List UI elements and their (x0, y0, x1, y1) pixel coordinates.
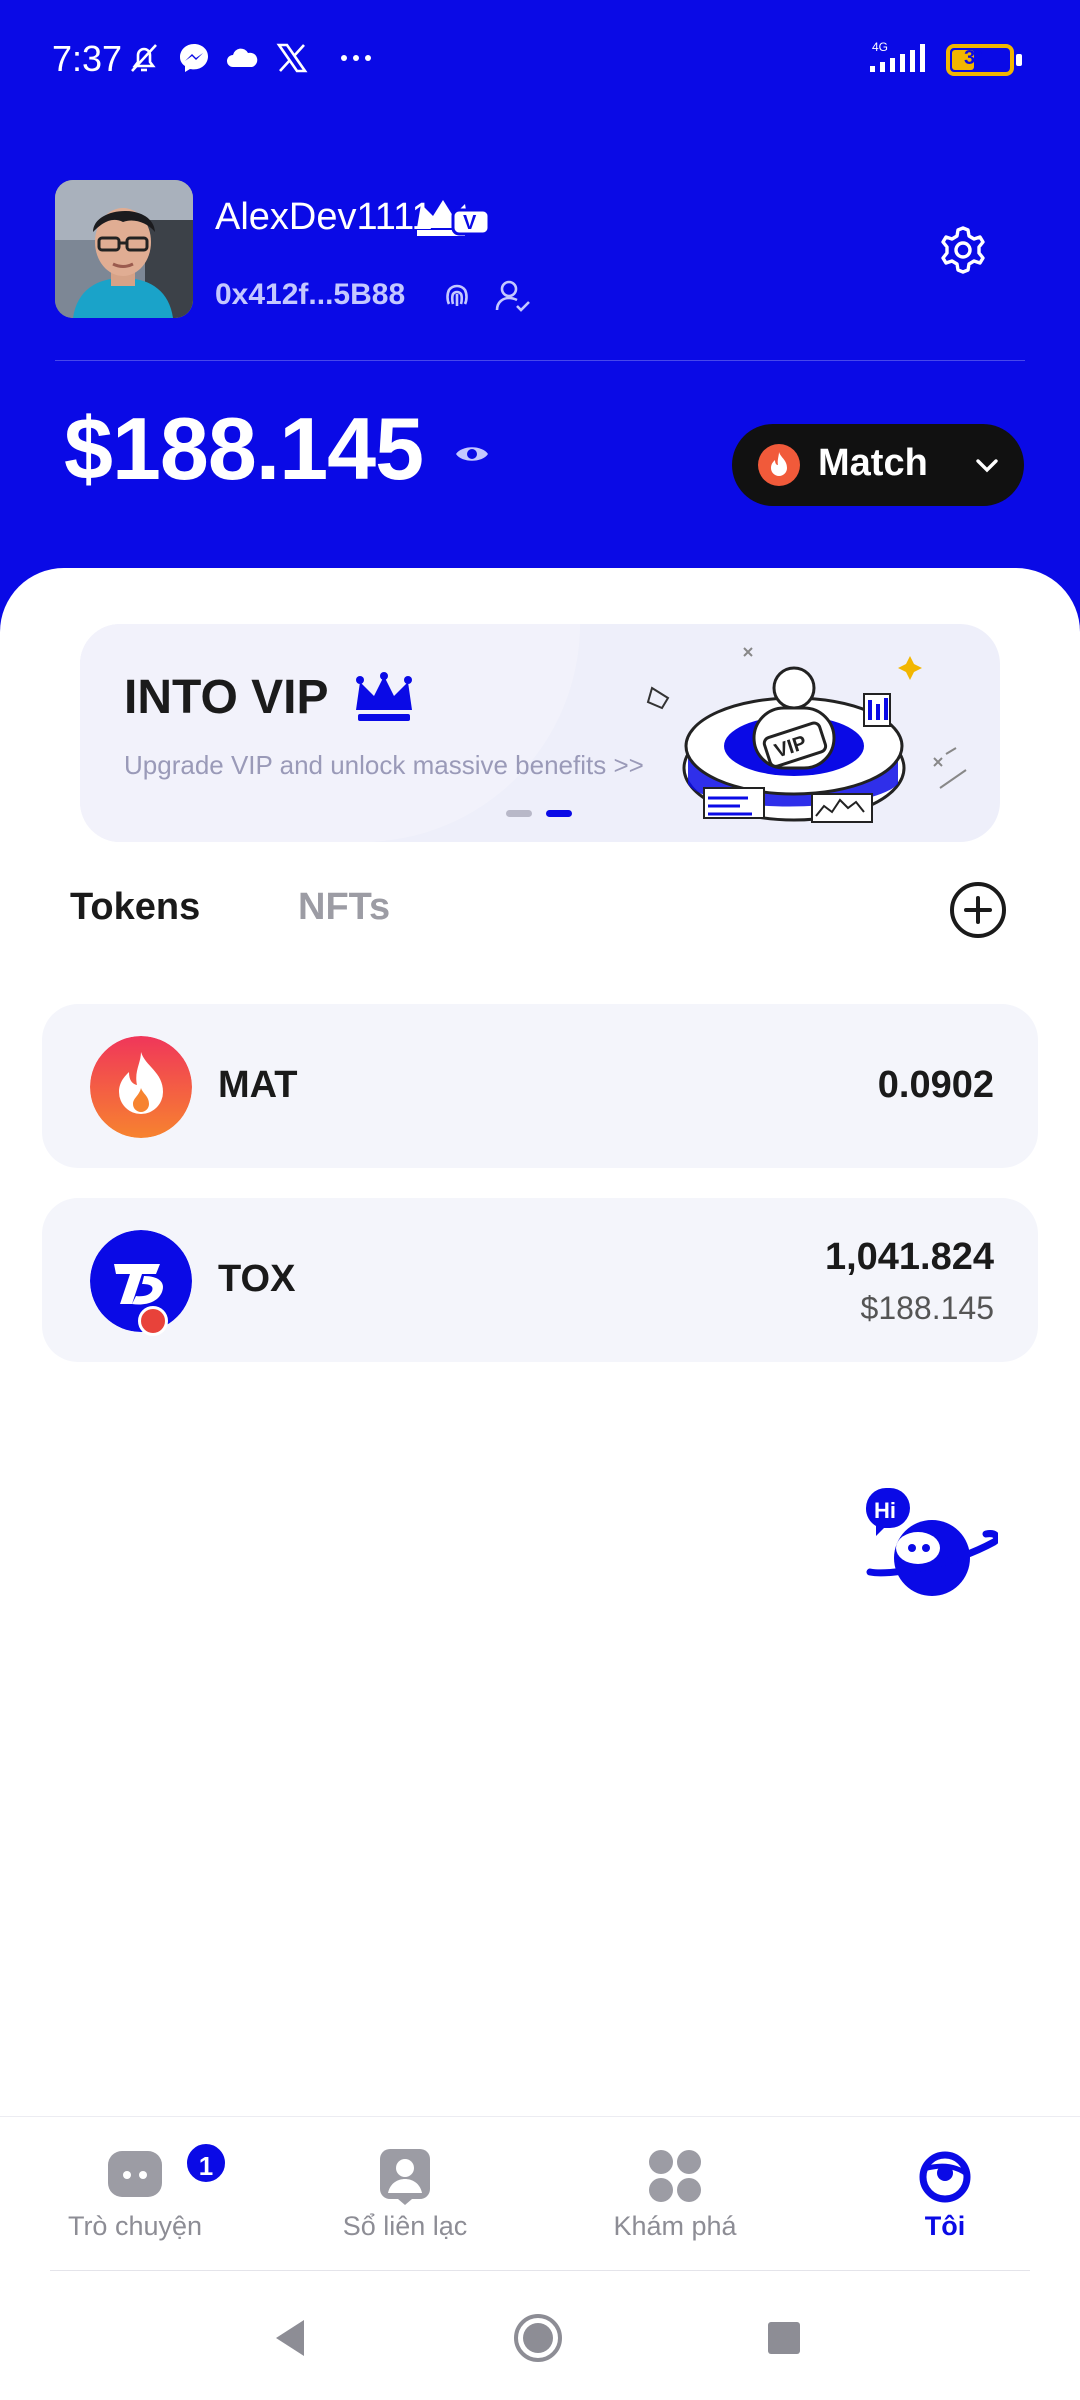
carousel-dot (506, 810, 532, 817)
cloud-icon (227, 48, 258, 67)
settings-gear-icon[interactable] (935, 222, 991, 278)
tab-nfts[interactable]: NFTs (298, 886, 390, 929)
token-fiat-value: $188.145 (860, 1290, 994, 1326)
network-selector-button[interactable]: Match (732, 424, 1024, 506)
status-bar: 7:37 4G 34 (0, 0, 1080, 120)
nav-label: Tôi (924, 2211, 966, 2241)
crown-icon (356, 672, 412, 721)
token-symbol: TOX (218, 1258, 296, 1300)
profile-header: AlexDev1111 V 0x412f...5B88 (55, 180, 1025, 320)
status-time: 7:37 (52, 38, 123, 79)
wallet-address[interactable]: 0x412f...5B88 (215, 278, 405, 312)
vip-crown-badge-icon: V (417, 200, 491, 236)
carousel-dot-active (546, 810, 572, 817)
chat-icon (108, 2151, 162, 2197)
token-symbol: MAT (218, 1064, 298, 1106)
token-row[interactable]: MAT 0.0902 (42, 1004, 1038, 1168)
token-amount: 0.0902 (877, 1064, 994, 1106)
avatar[interactable] (55, 180, 193, 318)
token-amount: 1,041.824 (824, 1236, 994, 1278)
banner-title: INTO VIP (124, 671, 329, 724)
network-label: Match (818, 442, 928, 484)
vip-badge-letter: V (463, 212, 477, 234)
explore-icon (649, 2150, 701, 2202)
signal-icon: 4G (870, 40, 925, 72)
nav-explore[interactable]: Khám phá (540, 2117, 810, 2273)
nav-me[interactable]: Tôi (810, 2117, 1080, 2273)
x-logo-icon (276, 43, 308, 73)
recents-icon[interactable] (758, 2312, 810, 2364)
back-icon[interactable] (264, 2312, 316, 2364)
asset-tabs: Tokens NFTs (70, 880, 1010, 944)
username: AlexDev1111 (215, 196, 433, 238)
match-flame-icon (758, 444, 800, 486)
user-verified-icon[interactable] (493, 276, 533, 316)
more-dots-icon (341, 55, 371, 61)
eye-icon[interactable] (452, 434, 492, 474)
nav-label: Trò chuyện (67, 2211, 203, 2241)
total-balance: $188.145 (64, 399, 424, 498)
chevron-down-icon (976, 459, 998, 473)
nav-contacts[interactable]: Sổ liên lạc (270, 2117, 540, 2273)
messenger-icon (180, 44, 208, 72)
add-token-icon[interactable] (948, 880, 1008, 940)
vip-illustration: VIP (646, 647, 967, 823)
flame-badge-icon (138, 1306, 168, 1336)
vip-banner[interactable]: INTO VIP Upgrade VIP and unlock massive … (80, 624, 1000, 842)
nav-label: Sổ liên lạc (342, 2211, 468, 2241)
tab-tokens[interactable]: Tokens (70, 886, 200, 929)
mat-token-icon (90, 1036, 192, 1138)
home-icon[interactable] (512, 2312, 564, 2364)
nav-label: Khám phá (613, 2211, 737, 2241)
assistant-bot-icon[interactable]: Hi (862, 1484, 998, 1604)
contacts-icon (380, 2149, 430, 2205)
unread-badge: 1 (184, 2141, 228, 2185)
bottom-nav: 1 Trò chuyện Sổ liên lạc Khám phá Tôi (0, 2116, 1080, 2272)
network-type: 4G (872, 40, 888, 54)
nav-divider (50, 2270, 1030, 2271)
header-divider (55, 360, 1025, 361)
assistant-greeting: Hi (874, 1498, 896, 1523)
battery-icon: 34 (946, 44, 1022, 76)
nav-chat[interactable]: 1 Trò chuyện (0, 2117, 270, 2273)
system-nav-bar (0, 2272, 1080, 2400)
bell-off-icon (131, 44, 157, 72)
token-row[interactable]: TOX 1,041.824 $188.145 (42, 1198, 1038, 1362)
battery-level: 34 (964, 47, 987, 69)
fingerprint-icon[interactable] (437, 274, 477, 314)
profile-planet-icon (919, 2151, 971, 2203)
banner-subtitle: Upgrade VIP and unlock massive benefits … (124, 750, 644, 780)
